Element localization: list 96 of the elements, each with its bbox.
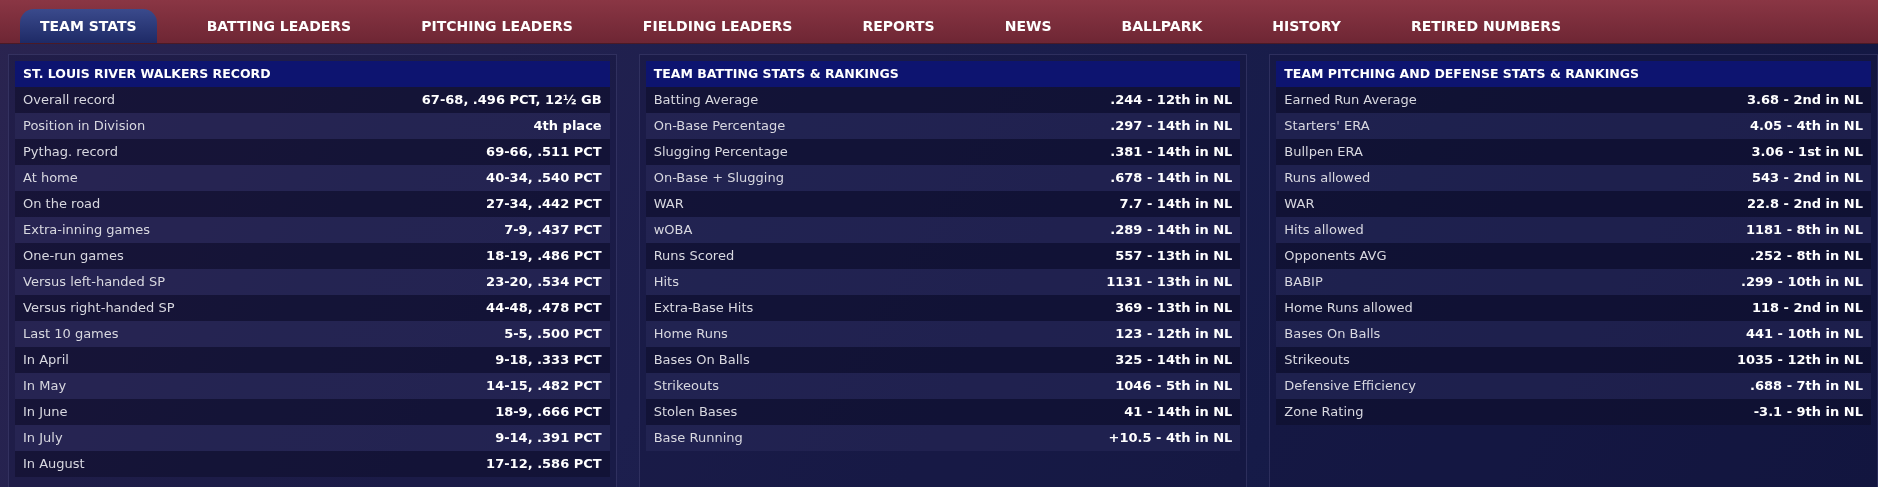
stat-label: In July xyxy=(23,429,63,447)
stat-value: 4.05 - 4th in NL xyxy=(1750,117,1863,135)
stat-value: 118 - 2nd in NL xyxy=(1751,299,1863,317)
stat-value: 44-48, .478 PCT xyxy=(486,299,602,317)
stat-label: Strikeouts xyxy=(1284,351,1350,369)
tab[interactable]: NEWS xyxy=(984,9,1072,43)
stat-label: Versus right-handed SP xyxy=(23,299,175,317)
stat-value: .688 - 7th in NL xyxy=(1750,377,1863,395)
tab[interactable]: BATTING LEADERS xyxy=(186,9,372,43)
stat-label: Extra-inning games xyxy=(23,221,150,239)
stat-label: Runs allowed xyxy=(1284,169,1371,187)
stat-label: WAR xyxy=(1284,195,1315,213)
stat-value: 543 - 2nd in NL xyxy=(1751,169,1863,187)
stat-value: 18-9, .666 PCT xyxy=(495,403,602,421)
stat-label: Bases On Balls xyxy=(653,351,750,369)
stat-label: In April xyxy=(23,351,69,369)
stat-label: Home Runs allowed xyxy=(1284,299,1413,317)
stat-value: 18-19, .486 PCT xyxy=(486,247,602,265)
stat-label: Zone Rating xyxy=(1284,403,1364,421)
stat-label: BABIP xyxy=(1284,273,1323,291)
tab[interactable]: RETIRED NUMBERS xyxy=(1390,9,1581,43)
stat-value: 123 - 12th in NL xyxy=(1115,325,1233,343)
stat-label: One-run games xyxy=(23,247,124,265)
panel-title: TEAM BATTING STATS & RANKINGS xyxy=(645,61,1241,87)
stat-label: Earned Run Average xyxy=(1284,91,1417,109)
stat-label: Defensive Efficiency xyxy=(1284,377,1416,395)
stat-label: Overall record xyxy=(23,91,116,109)
stat-value: 69-66, .511 PCT xyxy=(486,143,602,161)
stat-value: 9-18, .333 PCT xyxy=(495,351,602,369)
stat-label: Hits xyxy=(653,273,679,291)
stat-value: 557 - 13th in NL xyxy=(1115,247,1233,265)
stat-value: .299 - 10th in NL xyxy=(1741,273,1863,291)
tab[interactable]: REPORTS xyxy=(842,9,955,43)
stat-label: Slugging Percentage xyxy=(653,143,788,161)
stat-label: In June xyxy=(23,403,68,421)
tab[interactable]: PITCHING LEADERS xyxy=(401,9,593,43)
stat-value: .297 - 14th in NL xyxy=(1110,117,1233,135)
stat-value: 14-15, .482 PCT xyxy=(486,377,602,395)
stat-value: 4th place xyxy=(533,117,602,135)
stat-value: -3.1 - 9th in NL xyxy=(1753,403,1863,421)
tab[interactable]: FIELDING LEADERS xyxy=(622,9,813,43)
stat-label: Home Runs xyxy=(653,325,728,343)
stat-label: Extra-Base Hits xyxy=(653,299,754,317)
stat-label: Starters' ERA xyxy=(1284,117,1370,135)
tab[interactable]: HISTORY xyxy=(1252,9,1361,43)
stat-label: On-Base Percentage xyxy=(653,117,786,135)
stat-value: 7.7 - 14th in NL xyxy=(1119,195,1233,213)
stat-label: Batting Average xyxy=(653,91,759,109)
stat-value: .381 - 14th in NL xyxy=(1110,143,1233,161)
stat-label: Pythag. record xyxy=(23,143,118,161)
panel-title: ST. LOUIS RIVER WALKERS RECORD xyxy=(15,61,610,87)
stat-value: +10.5 - 4th in NL xyxy=(1108,429,1233,447)
stat-value: 325 - 14th in NL xyxy=(1115,351,1233,369)
stat-label: Bullpen ERA xyxy=(1284,143,1363,161)
stat-label: WAR xyxy=(653,195,684,213)
stat-label: wOBA xyxy=(653,221,693,239)
stat-value: 67-68, .496 PCT, 12½ GB xyxy=(421,91,602,109)
stat-label: Bases On Balls xyxy=(1284,325,1381,343)
tab[interactable]: BALLPARK xyxy=(1101,9,1223,43)
stat-value: 441 - 10th in NL xyxy=(1745,325,1863,343)
stat-label: Opponents AVG xyxy=(1284,247,1387,265)
stat-label: Last 10 games xyxy=(23,325,119,343)
stat-value: 3.06 - 1st in NL xyxy=(1751,143,1863,161)
stat-value: 40-34, .540 PCT xyxy=(486,169,602,187)
stat-value: 3.68 - 2nd in NL xyxy=(1746,91,1863,109)
stat-value: 5-5, .500 PCT xyxy=(504,325,602,343)
stat-value: 1035 - 12th in NL xyxy=(1736,351,1863,369)
stat-label: Versus left-handed SP xyxy=(23,273,166,291)
stat-value: .289 - 14th in NL xyxy=(1110,221,1233,239)
stat-label: On-Base + Slugging xyxy=(653,169,784,187)
stat-label: Strikeouts xyxy=(653,377,720,395)
stat-value: 1131 - 13th in NL xyxy=(1106,273,1233,291)
stat-label: In May xyxy=(23,377,67,395)
stat-value: 41 - 14th in NL xyxy=(1124,403,1233,421)
stat-label: Runs Scored xyxy=(653,247,735,265)
stat-value: 1046 - 5th in NL xyxy=(1115,377,1233,395)
stat-label: At home xyxy=(23,169,78,187)
stat-value: 9-14, .391 PCT xyxy=(495,429,602,447)
stat-label: Position in Division xyxy=(23,117,146,135)
stat-value: 7-9, .437 PCT xyxy=(504,221,602,239)
panel-title: TEAM PITCHING AND DEFENSE STATS & RANKINGS xyxy=(1276,61,1871,87)
tab[interactable]: TEAM STATS xyxy=(20,9,157,43)
stat-value: 17-12, .586 PCT xyxy=(486,455,602,473)
stat-label: Hits allowed xyxy=(1284,221,1364,239)
stat-value: .678 - 14th in NL xyxy=(1110,169,1233,187)
stat-value: 369 - 13th in NL xyxy=(1115,299,1233,317)
stat-value: 22.8 - 2nd in NL xyxy=(1746,195,1863,213)
stat-value: 23-20, .534 PCT xyxy=(486,273,602,291)
stat-value: .244 - 12th in NL xyxy=(1110,91,1233,109)
stat-value: 27-34, .442 PCT xyxy=(486,195,602,213)
stat-label: Stolen Bases xyxy=(653,403,738,421)
stat-label: Base Running xyxy=(653,429,743,447)
stat-value: .252 - 8th in NL xyxy=(1750,247,1863,265)
stat-label: In August xyxy=(23,455,85,473)
stat-value: 1181 - 8th in NL xyxy=(1745,221,1863,239)
stat-label: On the road xyxy=(23,195,101,213)
